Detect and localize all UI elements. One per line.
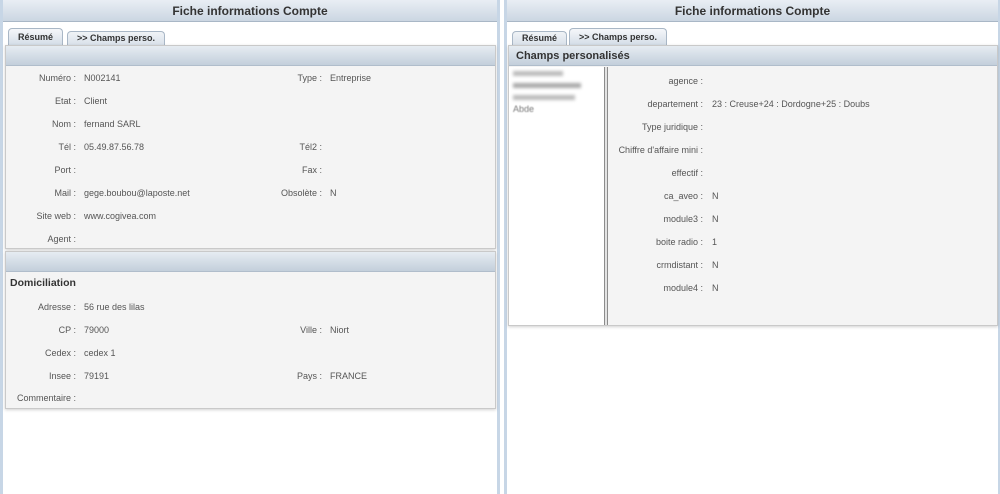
tab-champs-perso[interactable]: >> Champs perso. [67,31,166,45]
effectif-label: effectif : [671,168,703,178]
tab-resume[interactable]: Résumé [8,28,64,45]
tab-resume[interactable]: Résumé [512,31,568,45]
cedex-value: cedex 1 [84,348,116,358]
agent-label: Agent : [47,234,76,244]
insee-label: Insee : [48,371,76,381]
summary-section-bar [6,46,495,66]
ca-aveo-label: ca_aveo : [663,191,703,201]
type-value: Entreprise [330,73,372,83]
crmdistant-value: N [712,260,719,270]
redacted-item [513,71,563,76]
redacted-item [513,95,575,100]
domiciliation-box: Domiciliation Adresse : 56 rue des lilas… [5,251,496,409]
adresse-label: Adresse : [37,302,76,312]
boite-radio-value: 1 [712,237,718,247]
ca-aveo-value: N [712,191,719,201]
departement-label: departement : [647,99,703,109]
boite-radio-label: boite radio : [655,237,703,247]
nom-value: fernand SARL [84,119,141,129]
module3-value: N [712,214,719,224]
agence-label: agence : [668,76,703,86]
crmdistant-label: crmdistant : [656,260,703,270]
right-panel: Fiche informations Compte Résumé >> Cham… [504,0,1000,494]
module3-label: module3 : [663,214,703,224]
window-title: Fiche informations Compte [3,0,497,22]
summary-box: Numéro : N002141 Type : Entreprise Etat … [5,45,496,249]
column-splitter[interactable] [604,67,608,325]
ville-value: Niort [330,325,350,335]
insee-value: 79191 [84,371,110,381]
tel2-label: Tél2 : [299,142,322,152]
type-juridique-label: Type juridique : [641,122,703,132]
pays-value: FRANCE [330,371,368,381]
nom-label: Nom : [51,119,76,129]
tab-strip: Résumé >> Champs perso. [3,22,497,45]
tel-value: 05.49.87.56.78 [84,142,145,152]
left-panel: Fiche informations Compte Résumé >> Cham… [0,0,500,494]
domiciliation-section-bar [6,252,495,272]
mail-label: Mail : [54,188,76,198]
numero-value: N002141 [84,73,121,83]
adresse-value: 56 rue des lilas [84,302,145,312]
champs-perso-title: Champs personalisés [509,46,997,66]
numero-label: Numéro : [38,73,76,83]
site-web-value[interactable]: www.cogivea.com [84,211,156,221]
custom-fields: agence : departement : 23 : Creuse+24 : … [609,67,997,325]
etat-value: Client [84,96,108,106]
item-list: Abde [509,67,604,325]
obsolete-label: Obsolète : [280,188,322,198]
module4-label: module4 : [663,283,703,293]
redacted-item [513,83,581,88]
window-title: Fiche informations Compte [507,0,998,22]
mail-value[interactable]: gege.boubou@laposte.net [84,188,190,198]
site-web-label: Site web : [36,211,76,221]
cp-value: 79000 [84,325,110,335]
champs-perso-box: Champs personalisés Abde agence : depart… [508,45,998,326]
port-label: Port : [54,165,76,175]
list-item[interactable]: Abde [513,104,534,114]
module4-value: N [712,283,719,293]
obsolete-value: N [330,188,337,198]
domiciliation-title: Domiciliation [10,277,76,289]
cedex-label: Cedex : [44,348,76,358]
pays-label: Pays : [296,371,322,381]
commentaire-label: Commentaire : [16,393,76,403]
type-label: Type : [297,73,322,83]
fax-label: Fax : [301,165,322,175]
ville-label: Ville : [300,325,322,335]
tab-champs-perso[interactable]: >> Champs perso. [569,28,668,45]
etat-label: Etat : [54,96,76,106]
cp-label: CP : [58,325,76,335]
departement-value: 23 : Creuse+24 : Dordogne+25 : Doubs [712,99,870,109]
tel-label: Tél : [58,142,76,152]
tab-strip: Résumé >> Champs perso. [507,22,998,45]
chiffre-affaire-label: Chiffre d'affaire mini : [618,145,703,155]
